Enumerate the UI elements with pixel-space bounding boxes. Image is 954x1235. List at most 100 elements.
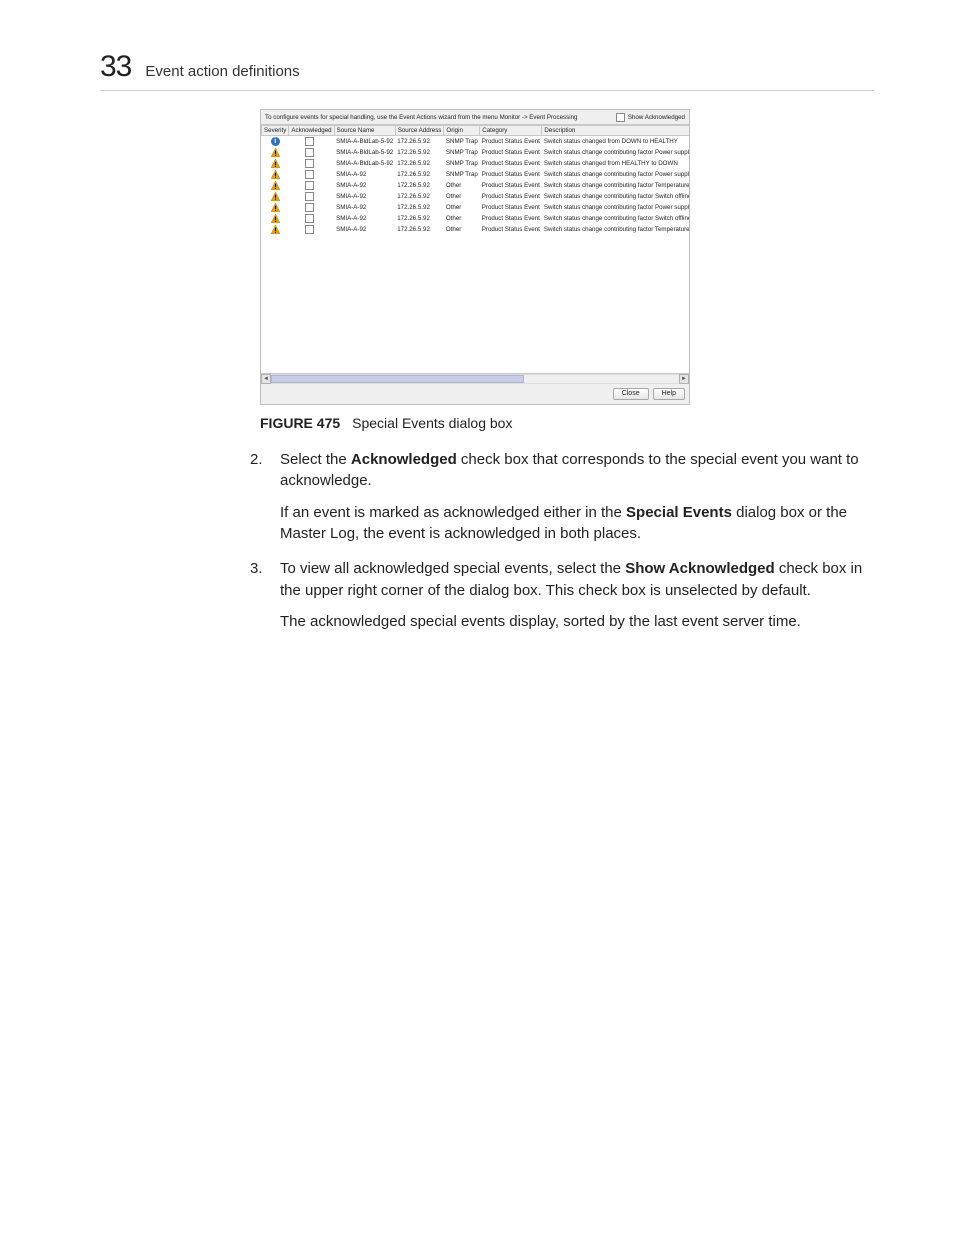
table-row[interactable]: SMIA-A-92172.26.5.92OtherProduct Status … (262, 191, 690, 202)
warning-icon (271, 159, 280, 168)
acknowledge-checkbox[interactable] (305, 225, 314, 234)
table-header[interactable]: Severity (262, 126, 289, 136)
close-button[interactable]: Close (613, 388, 649, 400)
table-cell: Product Status Event (480, 169, 542, 180)
page-header: 33 Event action definitions (100, 50, 874, 91)
table-cell: Product Status Event (480, 224, 542, 235)
figure-caption: FIGURE 475 Special Events dialog box (260, 415, 874, 431)
chapter-title: Event action definitions (145, 63, 299, 80)
special-events-dialog: To configure events for special handling… (260, 109, 690, 405)
table-row[interactable]: SMIA-A-92172.26.5.92OtherProduct Status … (262, 202, 690, 213)
table-cell: SMIA-A-92 (334, 202, 395, 213)
table-row[interactable]: SMIA-A-92172.26.5.92OtherProduct Status … (262, 213, 690, 224)
table-cell: Other (444, 224, 480, 235)
step-number: 3. (250, 558, 263, 579)
table-cell: Product Status Event (480, 158, 542, 169)
table-cell: 172.26.5.92 (395, 202, 444, 213)
table-cell: SNMP Trap (444, 136, 480, 148)
warning-icon (271, 170, 280, 179)
table-cell: 172.26.5.92 (395, 213, 444, 224)
table-cell: SNMP Trap (444, 158, 480, 169)
table-cell: Other (444, 180, 480, 191)
table-cell: SMIA-A-BldLab-5-92 (334, 147, 395, 158)
table-cell: Product Status Event (480, 191, 542, 202)
table-cell: 172.26.5.92 (395, 169, 444, 180)
help-button[interactable]: Help (653, 388, 685, 400)
horizontal-scrollbar[interactable]: ◄ ► (261, 373, 689, 384)
table-cell: Switch status change contributing factor… (542, 147, 689, 158)
warning-icon (271, 181, 280, 190)
table-row[interactable]: SMIA-A-BldLab-5-92172.26.5.92SNMP TrapPr… (262, 158, 690, 169)
table-cell: 172.26.5.92 (395, 191, 444, 202)
table-cell: Other (444, 202, 480, 213)
table-header[interactable]: Source Name (334, 126, 395, 136)
table-cell: 172.26.5.92 (395, 224, 444, 235)
table-cell: Switch status changed from HEALTHY to DO… (542, 158, 689, 169)
step-para: The acknowledged special events display,… (280, 611, 874, 632)
acknowledge-checkbox[interactable] (305, 192, 314, 201)
table-cell: Switch status change contributing factor… (542, 202, 689, 213)
table-cell: SMIA-A-92 (334, 191, 395, 202)
figure-screenshot: To configure events for special handling… (260, 109, 690, 405)
step-number: 2. (250, 449, 263, 470)
checkbox-icon (616, 113, 625, 122)
events-table: SeverityAcknowledgedSource NameSource Ad… (261, 125, 689, 235)
table-cell: SMIA-A-92 (334, 213, 395, 224)
table-cell: 172.26.5.92 (395, 180, 444, 191)
table-row[interactable]: SMIA-A-92172.26.5.92SNMP TrapProduct Sta… (262, 169, 690, 180)
warning-icon (271, 148, 280, 157)
table-cell: Switch status changed from DOWN to HEALT… (542, 136, 689, 148)
figure-label: FIGURE 475 (260, 415, 340, 431)
table-cell: Product Status Event (480, 213, 542, 224)
warning-icon (271, 225, 280, 234)
step-2: 2. Select the Acknowledged check box tha… (250, 449, 874, 544)
acknowledge-checkbox[interactable] (305, 159, 314, 168)
table-cell: SMIA-A-92 (334, 169, 395, 180)
table-row[interactable]: SMIA-A-92172.26.5.92OtherProduct Status … (262, 180, 690, 191)
table-header[interactable]: Category (480, 126, 542, 136)
table-cell: Product Status Event (480, 202, 542, 213)
table-cell: SNMP Trap (444, 147, 480, 158)
table-cell: SMIA-A-92 (334, 180, 395, 191)
scroll-left-arrow-icon[interactable]: ◄ (261, 374, 271, 384)
table-row[interactable]: SMIA-A-BldLab-5-92172.26.5.92SNMP TrapPr… (262, 147, 690, 158)
figure-caption-text: Special Events dialog box (352, 415, 512, 431)
table-header[interactable]: Acknowledged (289, 126, 334, 136)
step-text: To view all acknowledged special events,… (280, 560, 862, 598)
scroll-track[interactable] (271, 374, 679, 384)
table-header[interactable]: Source Address (395, 126, 444, 136)
table-cell: Product Status Event (480, 136, 542, 148)
table-cell: Product Status Event (480, 147, 542, 158)
table-cell: Switch status change contributing factor… (542, 180, 689, 191)
table-cell: Product Status Event (480, 180, 542, 191)
table-header[interactable]: Description (542, 126, 689, 136)
scroll-thumb[interactable] (271, 375, 524, 383)
table-cell: Switch status change contributing factor… (542, 213, 689, 224)
acknowledge-checkbox[interactable] (305, 203, 314, 212)
warning-icon (271, 203, 280, 212)
acknowledge-checkbox[interactable] (305, 214, 314, 223)
acknowledge-checkbox[interactable] (305, 170, 314, 179)
warning-icon (271, 214, 280, 223)
table-cell: SMIA-A-BldLab-5-92 (334, 158, 395, 169)
table-cell: Switch status change contributing factor… (542, 224, 689, 235)
warning-icon (271, 192, 280, 201)
show-acknowledged-checkbox[interactable]: Show Acknowledged (616, 113, 685, 122)
acknowledge-checkbox[interactable] (305, 137, 314, 146)
table-row[interactable]: SMIA-A-92172.26.5.92OtherProduct Status … (262, 224, 690, 235)
chapter-number: 33 (100, 50, 131, 84)
table-row[interactable]: iSMIA-A-BldLab-5-92172.26.5.92SNMP TrapP… (262, 136, 690, 148)
instruction-steps: 2. Select the Acknowledged check box tha… (250, 449, 874, 632)
table-header[interactable]: Origin (444, 126, 480, 136)
step-text: Select the Acknowledged check box that c… (280, 451, 859, 489)
table-cell: SMIA-A-92 (334, 224, 395, 235)
table-cell: 172.26.5.92 (395, 136, 444, 148)
table-cell: Other (444, 191, 480, 202)
show-ack-label: Show Acknowledged (628, 114, 685, 121)
acknowledge-checkbox[interactable] (305, 148, 314, 157)
acknowledge-checkbox[interactable] (305, 181, 314, 190)
table-cell: Switch status change contributing factor… (542, 169, 689, 180)
dialog-intro-text: To configure events for special handling… (265, 114, 577, 121)
scroll-right-arrow-icon[interactable]: ► (679, 374, 689, 384)
table-cell: 172.26.5.92 (395, 147, 444, 158)
